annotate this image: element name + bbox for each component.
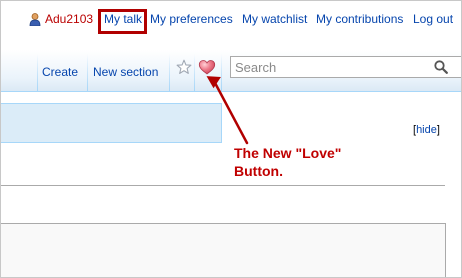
star-icon[interactable] <box>176 59 192 75</box>
tab-new-section[interactable]: New section <box>93 50 158 91</box>
hide-notice: [hide] <box>413 124 440 136</box>
hide-link[interactable]: hide <box>416 124 437 136</box>
site-notice-box <box>1 103 222 143</box>
tab-separator <box>87 54 88 91</box>
my-preferences-link[interactable]: My preferences <box>150 10 233 28</box>
search-box <box>230 56 461 78</box>
magnifier-icon[interactable] <box>434 60 448 74</box>
tab-separator <box>169 54 170 91</box>
content-box <box>1 223 446 277</box>
hide-close-bracket: ] <box>436 124 440 136</box>
log-out-link[interactable]: Log out <box>413 10 453 28</box>
annotation-line-1: The New "Love" <box>234 145 342 161</box>
tab-create[interactable]: Create <box>42 50 78 91</box>
heading-rule <box>1 185 445 186</box>
my-talk-highlight-box <box>98 9 147 34</box>
my-watchlist-link[interactable]: My watchlist <box>242 10 307 28</box>
wiki-page-screenshot: Adu2103 My talk My preferences My watchl… <box>0 0 462 278</box>
love-button-annotation: The New "Love" Button. <box>234 144 374 180</box>
username-link[interactable]: Adu2103 <box>45 10 93 28</box>
tab-separator <box>194 54 195 91</box>
my-contributions-link[interactable]: My contributions <box>316 10 403 28</box>
annotation-arrow <box>206 76 249 145</box>
annotation-line-2: Button. <box>234 163 283 179</box>
tab-separator <box>37 54 38 91</box>
user-icon <box>29 13 41 26</box>
